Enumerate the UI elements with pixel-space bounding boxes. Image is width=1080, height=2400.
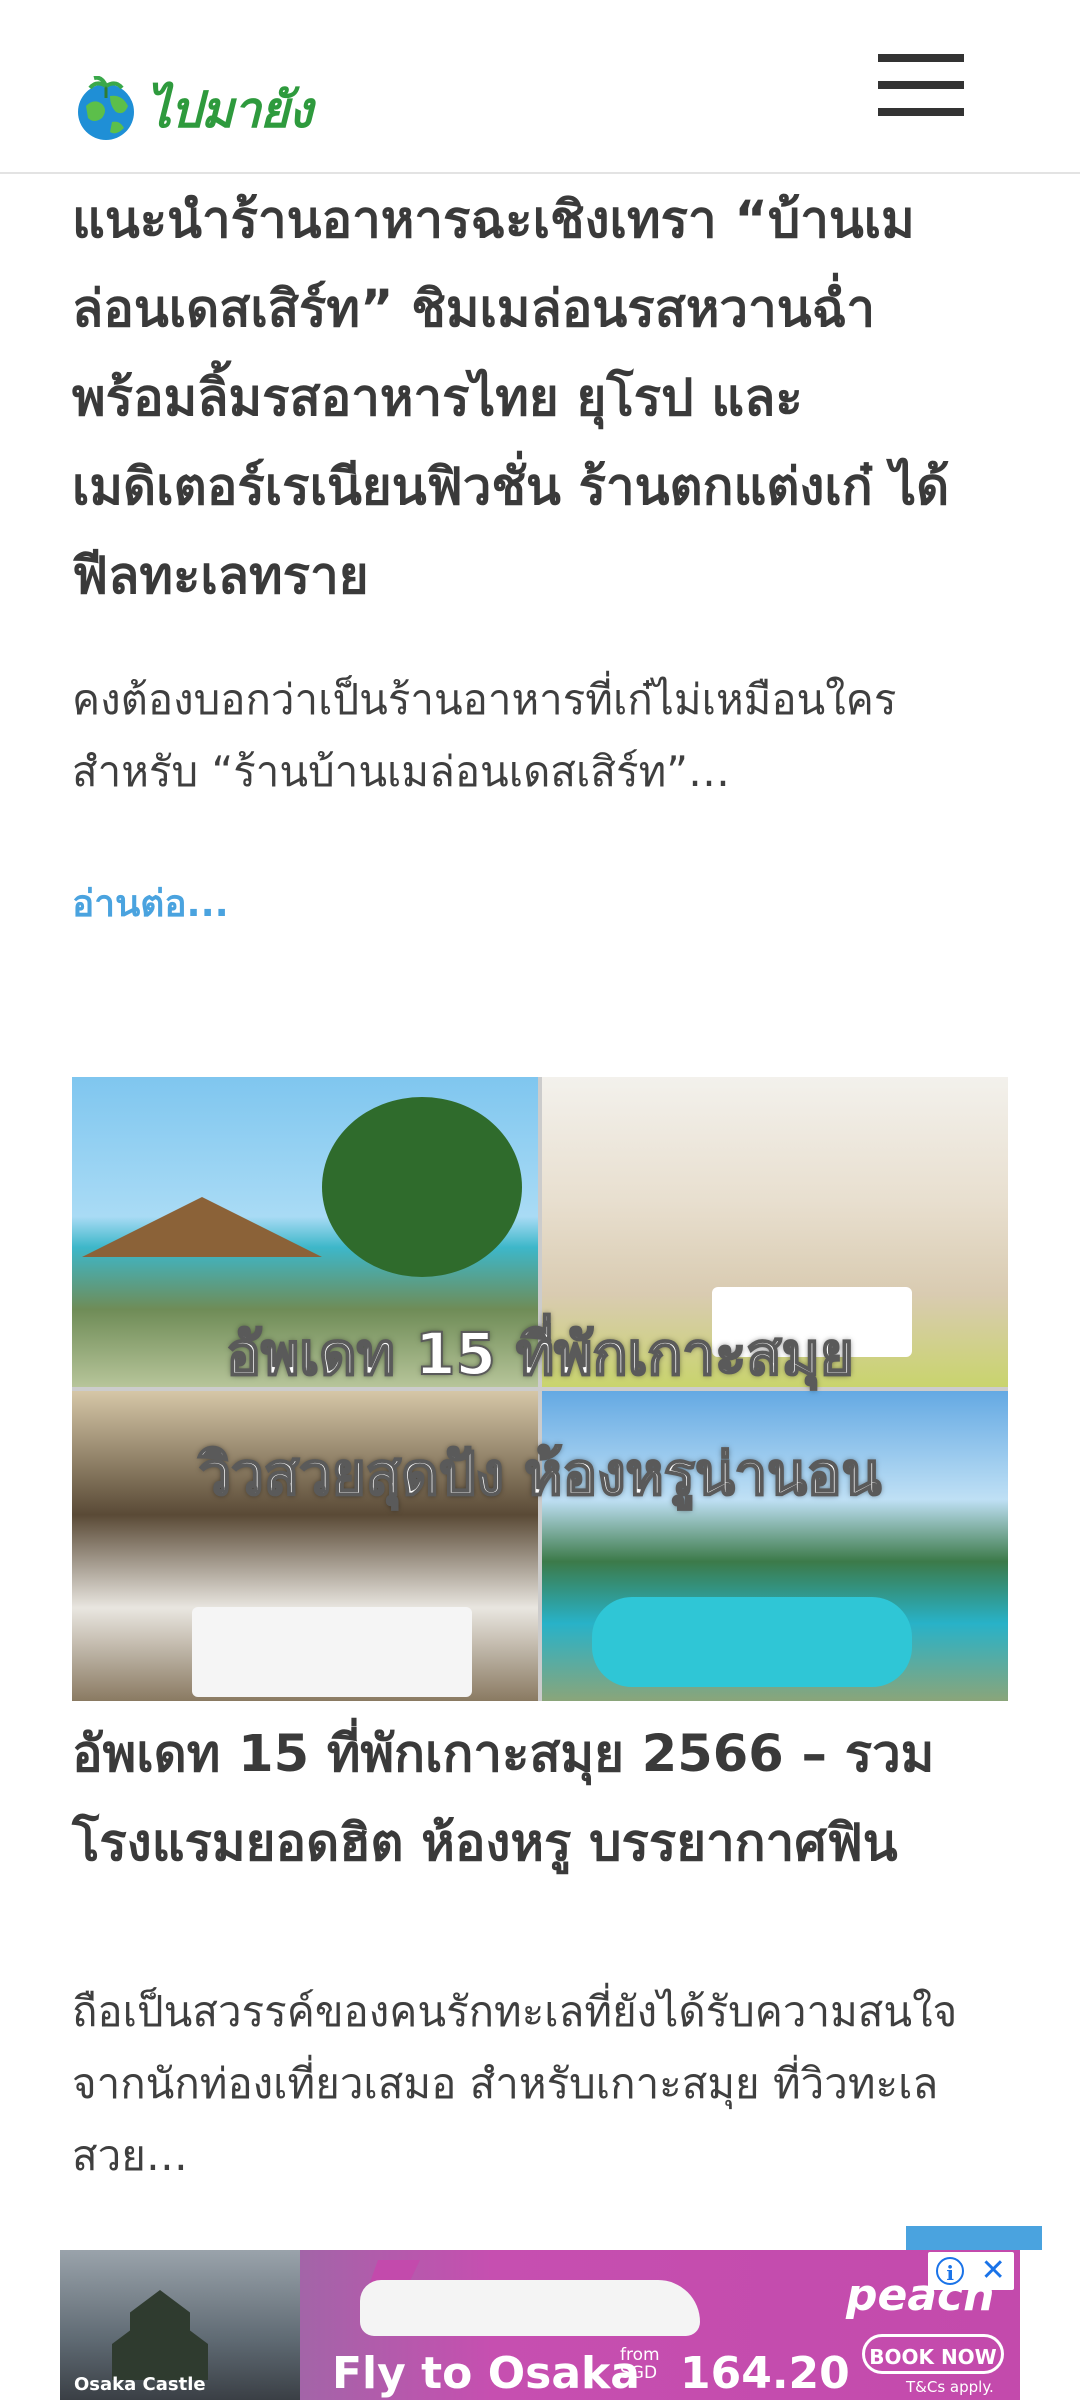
logo-text: ไปมายัง — [146, 80, 313, 139]
ad-close-icon[interactable]: ✕ — [981, 2256, 1006, 2286]
menu-bar — [878, 81, 964, 89]
ad-headline: Fly to Osaka — [332, 2348, 640, 2399]
article-title[interactable]: อัพเดท 15 ที่พักเกาะสมุย 2566 – รวมโรงแร… — [72, 1710, 1008, 1888]
article-thumbnail[interactable]: อัพเดท 15 ที่พักเกาะสมุย วิวสวยสุดปัง ห้… — [72, 1077, 1008, 1701]
read-more-link[interactable]: อ่านต่อ... — [72, 874, 229, 933]
menu-bar — [878, 54, 964, 62]
site-header: ไปมายัง — [0, 0, 1080, 174]
hamburger-menu-icon[interactable] — [878, 52, 964, 118]
ad-terms: T&Cs apply. — [906, 2378, 994, 2396]
ad-photo-caption: Osaka Castle — [74, 2374, 206, 2395]
article-excerpt: ถือเป็นสวรรค์ของคนรักทะเลที่ยังได้รับควา… — [72, 1987, 958, 2180]
ad-price: 164.20 — [680, 2348, 850, 2399]
article-excerpt: คงต้องบอกว่าเป็นร้านอาหารที่เก๋ไม่เหมือน… — [72, 675, 897, 796]
globe-palm-icon — [78, 76, 134, 140]
ad-from-label: from SGD — [620, 2346, 660, 2382]
ad-info-icon[interactable]: i — [936, 2257, 965, 2285]
tree-shape — [322, 1097, 522, 1277]
ad-currency-text: SGD — [620, 2363, 658, 2383]
book-now-button[interactable]: BOOK NOW — [862, 2334, 1004, 2374]
bed-shape — [192, 1607, 472, 1697]
thumbnail-caption-line2: วิวสวยสุดปัง ห้องหรูน่านอน — [198, 1439, 883, 1509]
menu-bar — [878, 108, 964, 116]
site-logo[interactable]: ไปมายัง — [72, 70, 313, 150]
ad-controls: i ✕ — [928, 2252, 1014, 2290]
back-to-top-tab[interactable] — [906, 2226, 1042, 2250]
ad-banner[interactable]: Osaka Castle peach Fly to Osaka from SGD… — [60, 2250, 1020, 2400]
airplane-icon — [360, 2280, 700, 2336]
article-title[interactable]: แนะนำร้านอาหารฉะเชิงเทรา “บ้านเมล่อนเดสเ… — [72, 176, 1008, 621]
ad-from-text: from — [620, 2345, 660, 2365]
pool-shape — [592, 1597, 912, 1687]
thumbnail-caption-line1: อัพเดท 15 ที่พักเกาะสมุย — [225, 1319, 855, 1389]
